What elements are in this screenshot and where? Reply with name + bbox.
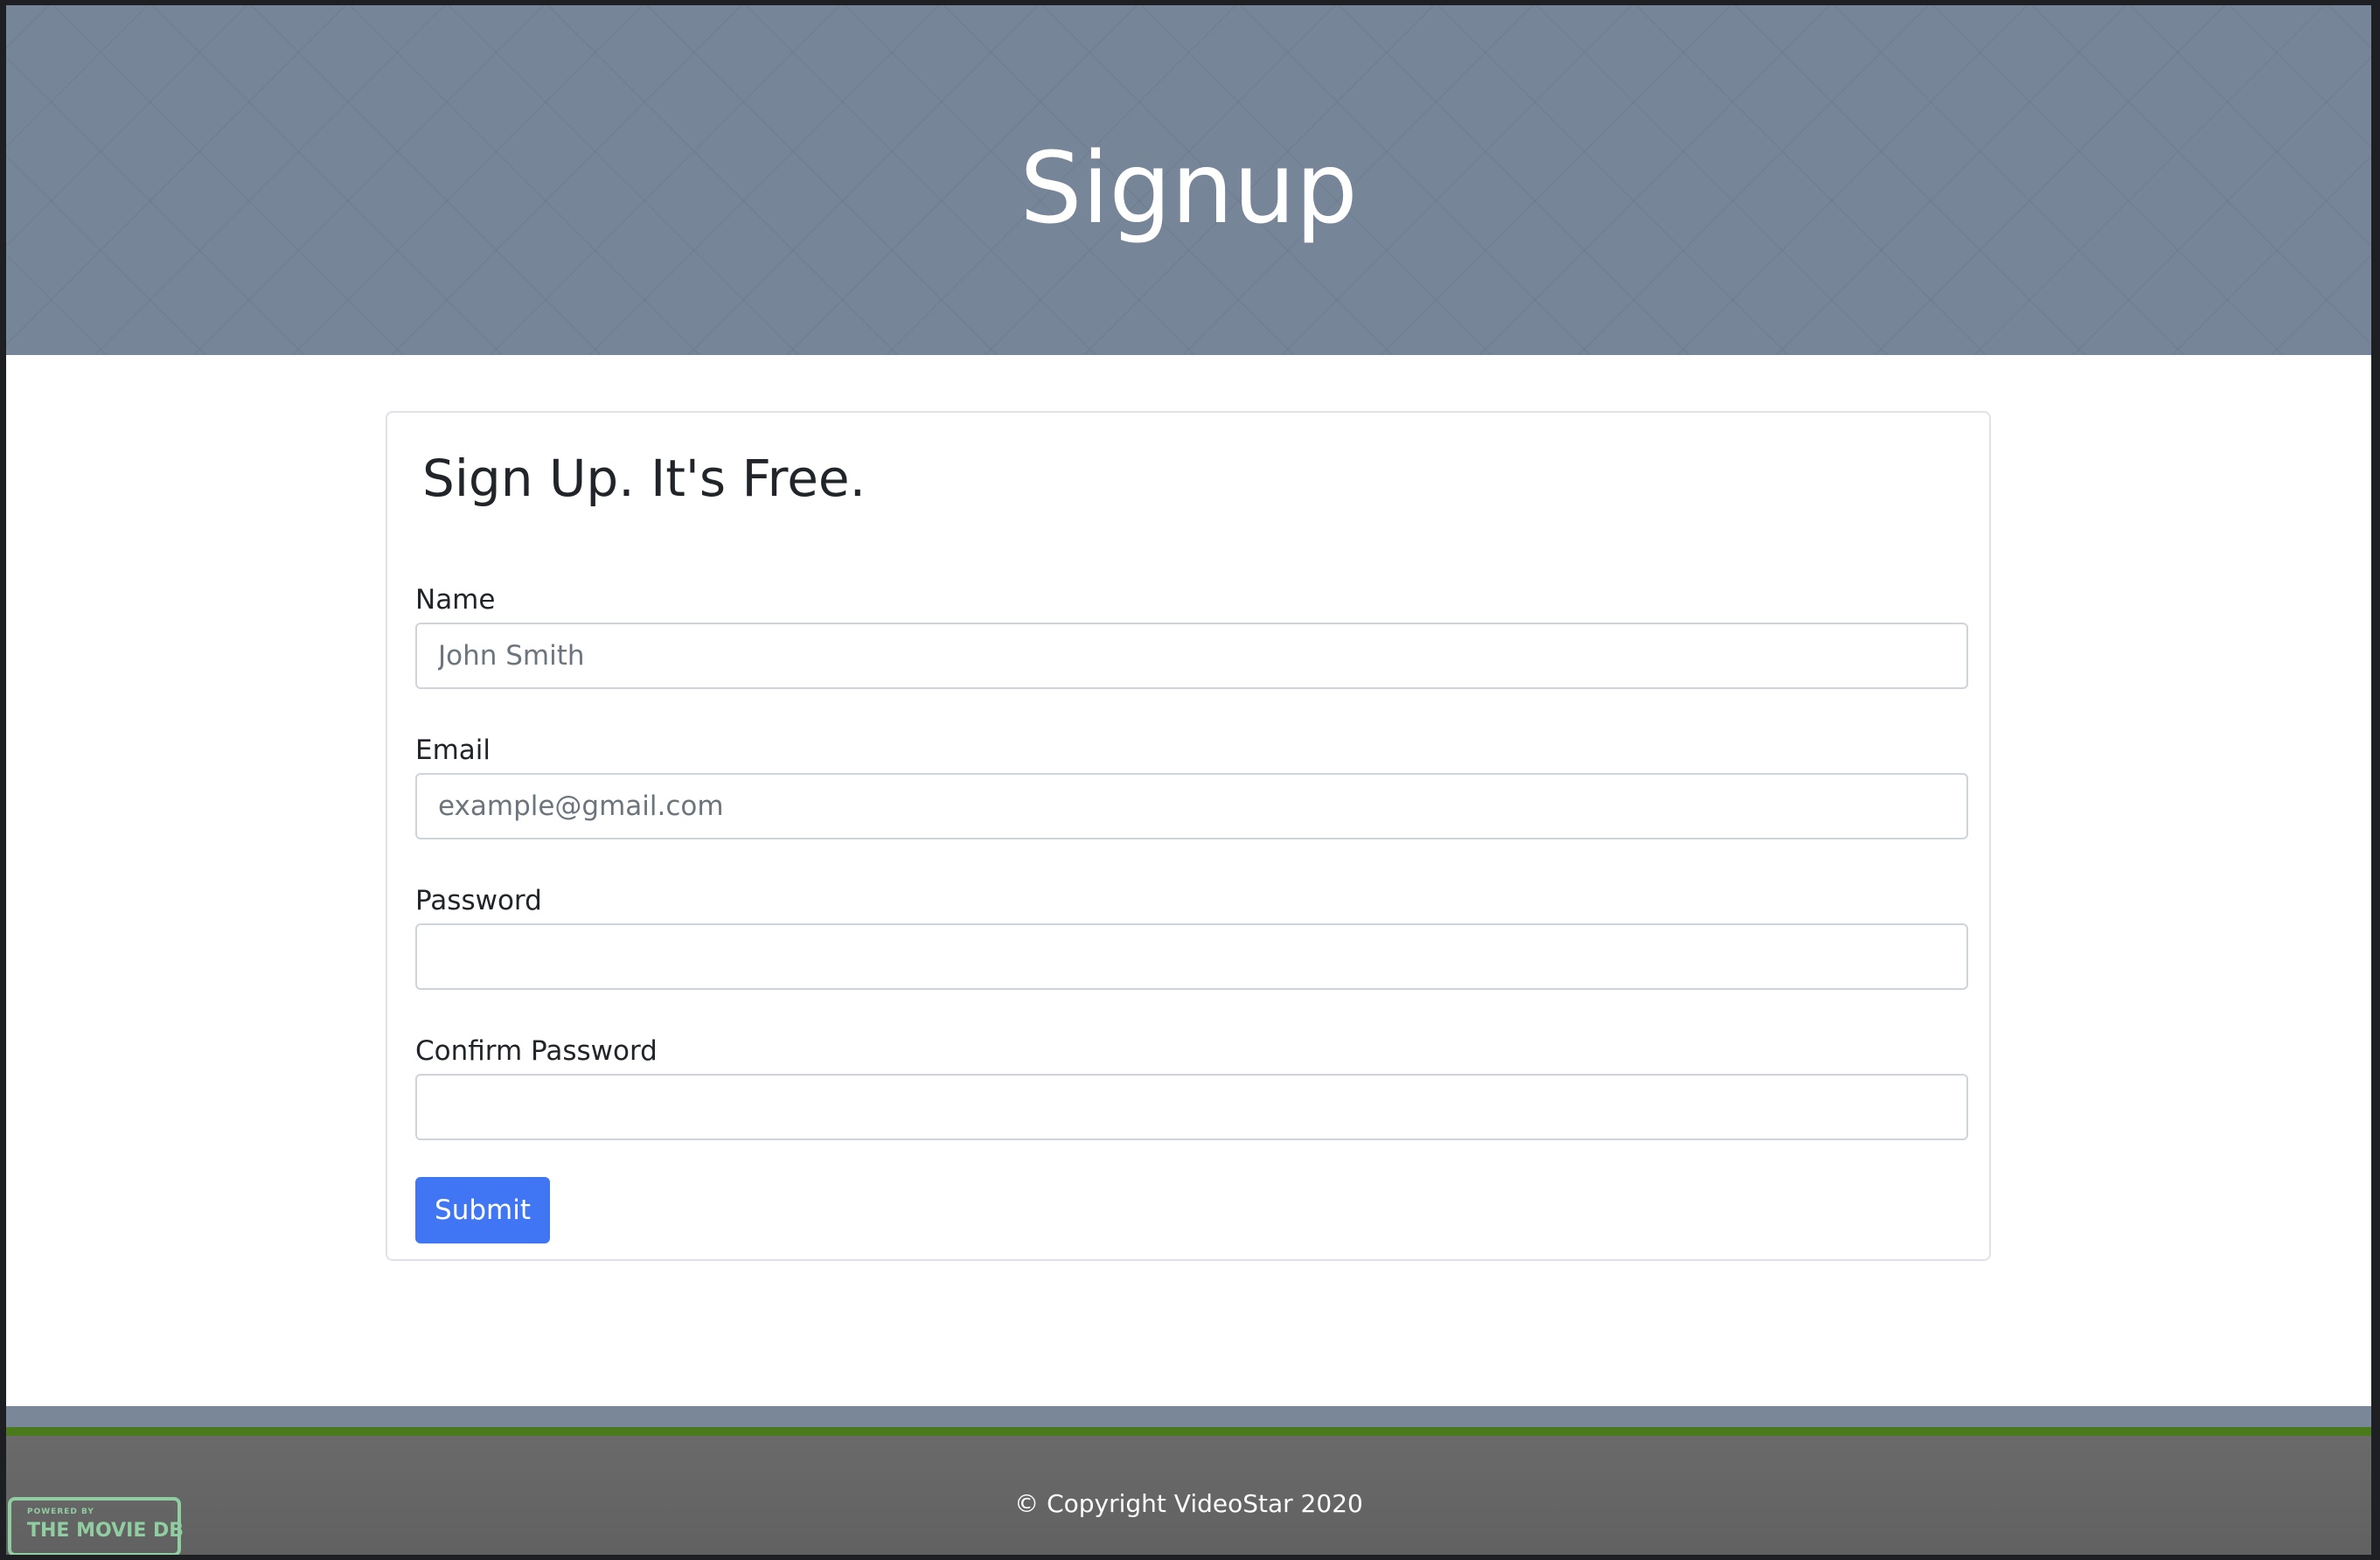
name-label: Name <box>415 584 496 616</box>
form-heading: Sign Up. It's Free. <box>422 449 866 508</box>
submit-button[interactable]: Submit <box>415 1177 550 1243</box>
name-input[interactable] <box>415 623 1968 689</box>
copyright-text: © Copyright VideoStar 2020 <box>1014 1489 1363 1518</box>
tmdb-logo-text: THE MOVIE DB <box>27 1520 184 1542</box>
page-title: Signup <box>1020 132 1358 246</box>
confirm-password-input[interactable] <box>415 1074 1968 1140</box>
footer-bar: © Copyright VideoStar 2020 POWERED BY TH… <box>6 1436 2371 1555</box>
email-label: Email <box>415 735 491 766</box>
browser-viewport: Signup Sign Up. It's Free. Name Email Pa… <box>6 5 2371 1555</box>
email-input[interactable] <box>415 773 1968 839</box>
confirm-password-label: Confirm Password <box>415 1035 658 1067</box>
tmdb-logo-small-text: POWERED BY <box>27 1508 94 1516</box>
footer-divider <box>6 1427 2371 1436</box>
page-footer: © Copyright VideoStar 2020 POWERED BY TH… <box>6 1406 2371 1555</box>
password-input[interactable] <box>415 923 1968 990</box>
tmdb-logo[interactable]: POWERED BY THE MOVIE DB <box>8 1497 184 1555</box>
password-label: Password <box>415 885 542 916</box>
footer-top-band <box>6 1406 2371 1427</box>
signup-form-card: Sign Up. It's Free. Name Email Password … <box>386 411 1991 1261</box>
page-header: Signup <box>6 5 2371 355</box>
